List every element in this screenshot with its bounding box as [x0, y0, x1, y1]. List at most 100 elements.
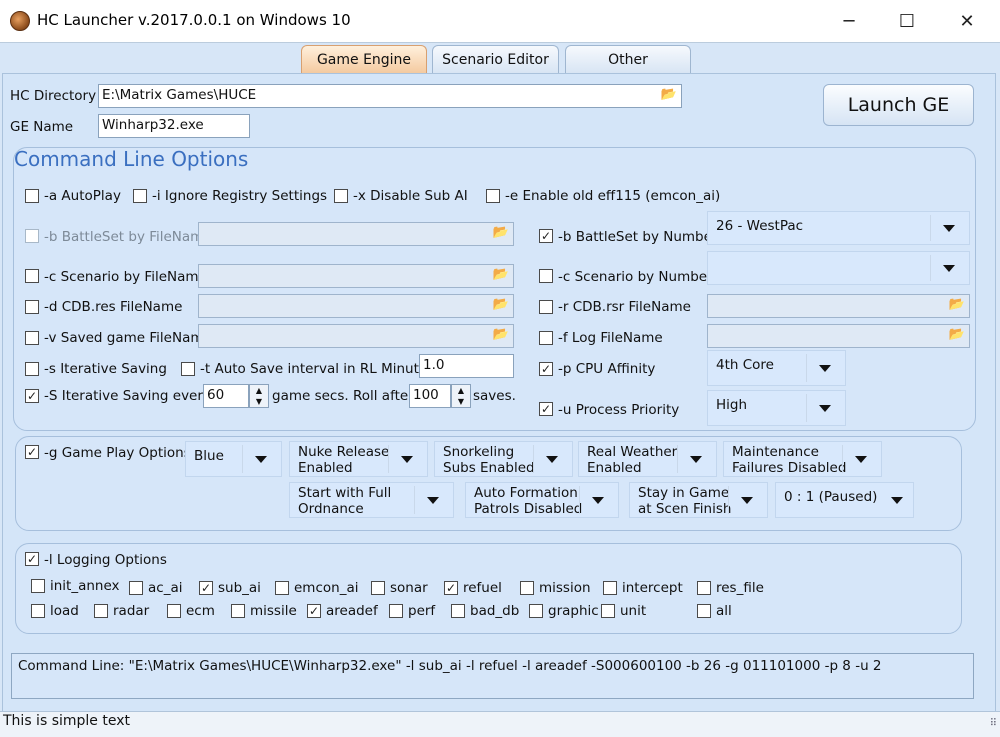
auto-save-checkbox[interactable] [181, 362, 195, 376]
resize-grip-icon[interactable]: ⠿ [990, 718, 997, 729]
logging-ac-ai-checkbox[interactable] [129, 581, 143, 595]
side-dropdown[interactable]: Blue [185, 441, 282, 477]
close-button[interactable]: ✕ [938, 0, 996, 42]
dropdown-separator [728, 486, 729, 514]
maint-line2: Failures Disabled [732, 460, 847, 476]
logging-missile-checkbox[interactable] [231, 604, 245, 618]
logging-ecm-label: ecm [186, 603, 215, 619]
game-play-checkbox[interactable]: ✓ [25, 445, 39, 459]
ratio-value: 0 : 1 (Paused) [784, 489, 878, 505]
logging-perf-checkbox[interactable] [389, 604, 403, 618]
folder-icon[interactable]: 📂 [492, 327, 510, 343]
iter-every-checkbox[interactable]: ✓ [25, 389, 39, 403]
launch-ge-button[interactable]: Launch GE [823, 84, 974, 126]
disable-sub-ai-checkbox[interactable] [334, 189, 348, 203]
logging-emcon-ai-label: emcon_ai [294, 580, 359, 596]
logging-intercept-checkbox[interactable] [603, 581, 617, 595]
logging-emcon-ai-checkbox[interactable] [275, 581, 289, 595]
logging-ecm-checkbox[interactable] [167, 604, 181, 618]
cdb-rsr-field[interactable]: 📂 [707, 294, 970, 318]
scenario-number-label: -c Scenario by Number [558, 269, 713, 285]
stay-in-game-dropdown[interactable]: Stay in Game at Scen Finish [629, 482, 768, 518]
auto-formation-dropdown[interactable]: Auto Formation Patrols Disabled [465, 482, 619, 518]
cpu-affinity-checkbox[interactable]: ✓ [539, 362, 553, 376]
iterative-saving-checkbox[interactable] [25, 362, 39, 376]
log-file-checkbox[interactable] [539, 331, 553, 345]
dropdown-separator [677, 445, 678, 473]
cdb-res-field[interactable]: 📂 [198, 294, 514, 318]
saved-game-checkbox[interactable] [25, 331, 39, 345]
minimize-button[interactable]: ─ [820, 0, 878, 42]
iter-every-field[interactable]: 60 [203, 384, 249, 408]
ge-name-field[interactable]: Winharp32.exe [98, 114, 250, 138]
tab-game-engine[interactable]: Game Engine [301, 45, 427, 73]
battleset-number-dropdown[interactable]: 26 - WestPac [707, 211, 970, 245]
logging-areadef-checkbox[interactable]: ✓ [307, 604, 321, 618]
snorkeling-dropdown[interactable]: Snorkeling Subs Enabled [434, 441, 573, 477]
logging-init-annex-checkbox[interactable] [31, 579, 45, 593]
folder-icon[interactable]: 📂 [492, 225, 510, 241]
process-priority-dropdown[interactable]: High [707, 390, 846, 426]
logging-sub-ai-checkbox[interactable]: ✓ [199, 581, 213, 595]
logging-all-checkbox[interactable] [697, 604, 711, 618]
logging-load-checkbox[interactable] [31, 604, 45, 618]
logging-mission-label: mission [539, 580, 591, 596]
disable-sub-ai-label: -x Disable Sub AI [353, 188, 468, 204]
tab-scenario-editor[interactable]: Scenario Editor [432, 45, 559, 73]
maximize-button[interactable]: ☐ [878, 0, 936, 42]
logging-graphic-checkbox[interactable] [529, 604, 543, 618]
hc-directory-label: HC Directory [10, 88, 97, 104]
chevron-down-icon [255, 456, 267, 463]
scenario-file-checkbox[interactable] [25, 269, 39, 283]
logging-checkbox[interactable]: ✓ [25, 552, 39, 566]
dropdown-separator [930, 215, 931, 241]
hc-directory-field[interactable]: E:\Matrix Games\HUCE 📂 [98, 84, 682, 108]
scenario-number-dropdown[interactable] [707, 251, 970, 285]
tab-other[interactable]: Other [565, 45, 691, 73]
folder-icon[interactable]: 📂 [492, 297, 510, 313]
cdb-rsr-checkbox[interactable] [539, 300, 553, 314]
old-eff115-checkbox[interactable] [486, 189, 500, 203]
folder-icon[interactable]: 📂 [948, 327, 966, 343]
roll-after-field[interactable]: 100 [409, 384, 451, 408]
roll-after-stepper[interactable]: ▲ ▼ [451, 384, 471, 408]
log-file-field[interactable]: 📂 [707, 324, 970, 348]
folder-icon[interactable]: 📂 [948, 297, 966, 313]
chevron-down-icon [401, 456, 413, 463]
logging-radar-checkbox[interactable] [94, 604, 108, 618]
logging-sonar-checkbox[interactable] [371, 581, 385, 595]
folder-icon[interactable]: 📂 [660, 87, 678, 103]
scenario-number-checkbox[interactable] [539, 269, 553, 283]
process-priority-checkbox[interactable]: ✓ [539, 402, 553, 416]
dropdown-separator [930, 255, 931, 281]
real-weather-dropdown[interactable]: Real Weather Enabled [578, 441, 717, 477]
auto-save-interval-field[interactable]: 1.0 [419, 354, 514, 378]
ignore-registry-checkbox[interactable] [133, 189, 147, 203]
command-line-text: Command Line: "E:\Matrix Games\HUCE\Winh… [18, 658, 882, 674]
folder-icon[interactable]: 📂 [492, 267, 510, 283]
dropdown-separator [806, 394, 807, 422]
maintenance-dropdown[interactable]: Maintenance Failures Disabled [723, 441, 882, 477]
chevron-down-icon [690, 456, 702, 463]
logging-unit-checkbox[interactable] [601, 604, 615, 618]
cdb-res-checkbox[interactable] [25, 300, 39, 314]
logging-init-annex-label: init_annex [50, 578, 120, 594]
battleset-file-checkbox[interactable] [25, 229, 39, 243]
logging-sub-ai-label: sub_ai [218, 580, 261, 596]
nuke-release-dropdown[interactable]: Nuke Release Enabled [289, 441, 428, 477]
chevron-down-icon [943, 265, 955, 272]
cpu-affinity-dropdown[interactable]: 4th Core [707, 350, 846, 386]
logging-res-file-checkbox[interactable] [697, 581, 711, 595]
iter-every-stepper[interactable]: ▲ ▼ [249, 384, 269, 408]
saved-game-field[interactable]: 📂 [198, 324, 514, 348]
full-ordnance-dropdown[interactable]: Start with Full Ordnance [289, 482, 454, 518]
battleset-number-checkbox[interactable]: ✓ [539, 229, 553, 243]
time-ratio-dropdown[interactable]: 0 : 1 (Paused) [775, 482, 914, 518]
autoplay-checkbox[interactable] [25, 189, 39, 203]
scenario-file-field[interactable]: 📂 [198, 264, 514, 288]
autoform-line2: Patrols Disabled [474, 501, 583, 517]
logging-refuel-checkbox[interactable]: ✓ [444, 581, 458, 595]
iter-every-label: -S Iterative Saving every [44, 388, 211, 404]
logging-bad-db-checkbox[interactable] [451, 604, 465, 618]
logging-mission-checkbox[interactable] [520, 581, 534, 595]
